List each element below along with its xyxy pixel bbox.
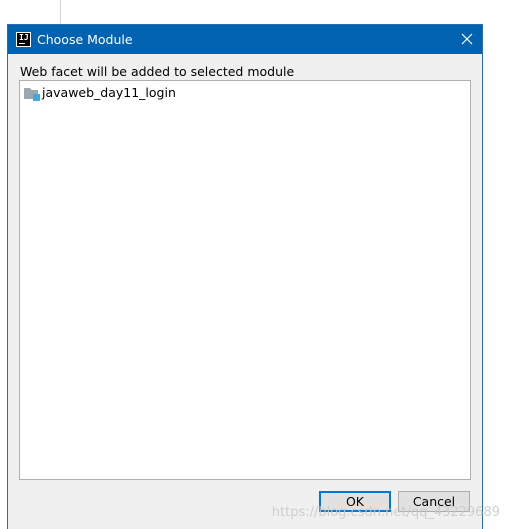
close-button[interactable] (452, 25, 482, 54)
module-folder-icon (24, 88, 40, 101)
choose-module-dialog: IJ Choose Module Web facet will be added… (7, 24, 483, 529)
app-icon-label: IJ (19, 33, 29, 42)
title-bar[interactable]: IJ Choose Module (8, 25, 482, 54)
close-icon (461, 33, 473, 45)
intellij-app-icon: IJ (16, 32, 31, 47)
instruction-label: Web facet will be added to selected modu… (20, 64, 295, 79)
module-list[interactable]: javaweb_day11_login (19, 80, 471, 480)
dialog-title: Choose Module (37, 32, 133, 47)
watermark-text: https://blog.csdn.net/qq_43229689 (271, 505, 500, 520)
module-name: javaweb_day11_login (42, 85, 176, 100)
list-item-module[interactable]: javaweb_day11_login (23, 84, 223, 102)
